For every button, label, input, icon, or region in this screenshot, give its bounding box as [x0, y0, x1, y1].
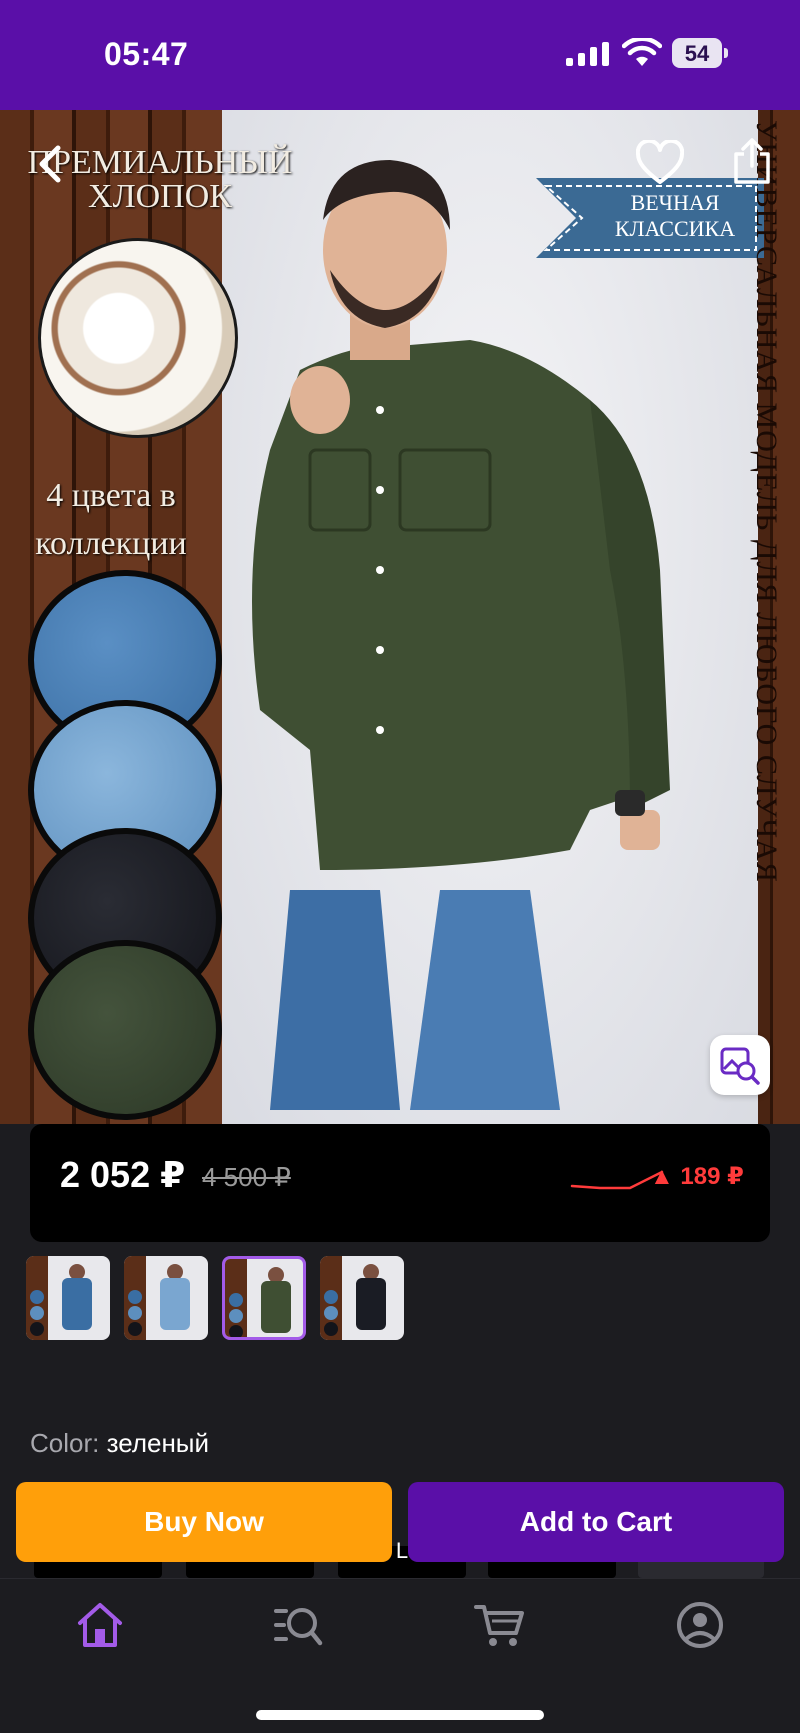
- product-image[interactable]: ПРЕМИАЛЬНЫЙ ХЛОПОК 4 цвета в коллекции В…: [0, 110, 800, 1124]
- image-search-button[interactable]: [710, 1035, 770, 1095]
- variant-thumb-green[interactable]: [222, 1256, 306, 1340]
- home-indicator: [256, 1710, 544, 1720]
- favorite-heart-icon[interactable]: [636, 140, 684, 186]
- old-price: 4 500 ₽: [202, 1162, 291, 1192]
- variant-thumb-blue[interactable]: [26, 1256, 110, 1340]
- current-price: 2 052 ₽: [60, 1154, 186, 1195]
- cellular-signal-icon: [566, 42, 609, 66]
- cotton-image: [38, 238, 238, 438]
- add-to-cart-button[interactable]: Add to Cart: [408, 1482, 784, 1562]
- colors-caption: 4 цвета в коллекции: [35, 477, 187, 562]
- share-icon[interactable]: [730, 136, 774, 186]
- color-key: Color:: [30, 1428, 100, 1458]
- selected-color: Color: зеленый: [30, 1428, 209, 1459]
- price-change: ▲ 189 ₽: [650, 1163, 744, 1190]
- swatch-green: [28, 940, 222, 1120]
- variant-thumb-light-blue[interactable]: [124, 1256, 208, 1340]
- back-chevron-icon[interactable]: [30, 142, 74, 186]
- color-value: зеленый: [106, 1428, 210, 1458]
- profile-icon[interactable]: [674, 1601, 726, 1649]
- image-search-icon: [720, 1047, 760, 1085]
- status-bar: 05:47 54: [0, 0, 800, 110]
- buy-now-button[interactable]: Buy Now: [16, 1482, 392, 1562]
- battery-percent: 54: [684, 41, 710, 66]
- home-icon[interactable]: [74, 1601, 126, 1649]
- price-card: 2 052 ₽ 4 500 ₽ ▲ 189 ₽: [30, 1124, 770, 1242]
- search-list-icon[interactable]: [272, 1601, 324, 1649]
- status-time: 05:47: [104, 36, 189, 72]
- variant-thumb-black[interactable]: [320, 1256, 404, 1340]
- cart-icon[interactable]: [474, 1601, 526, 1649]
- battery-icon: 54: [672, 38, 728, 68]
- side-slogan: УНИВЕРСАЛЬНАЯ МОДЕЛЬ ДЛЯ ЛЮБОГО СЛУЧАЯ: [750, 120, 783, 883]
- model-photo: [252, 160, 670, 1110]
- wifi-icon: [622, 38, 662, 66]
